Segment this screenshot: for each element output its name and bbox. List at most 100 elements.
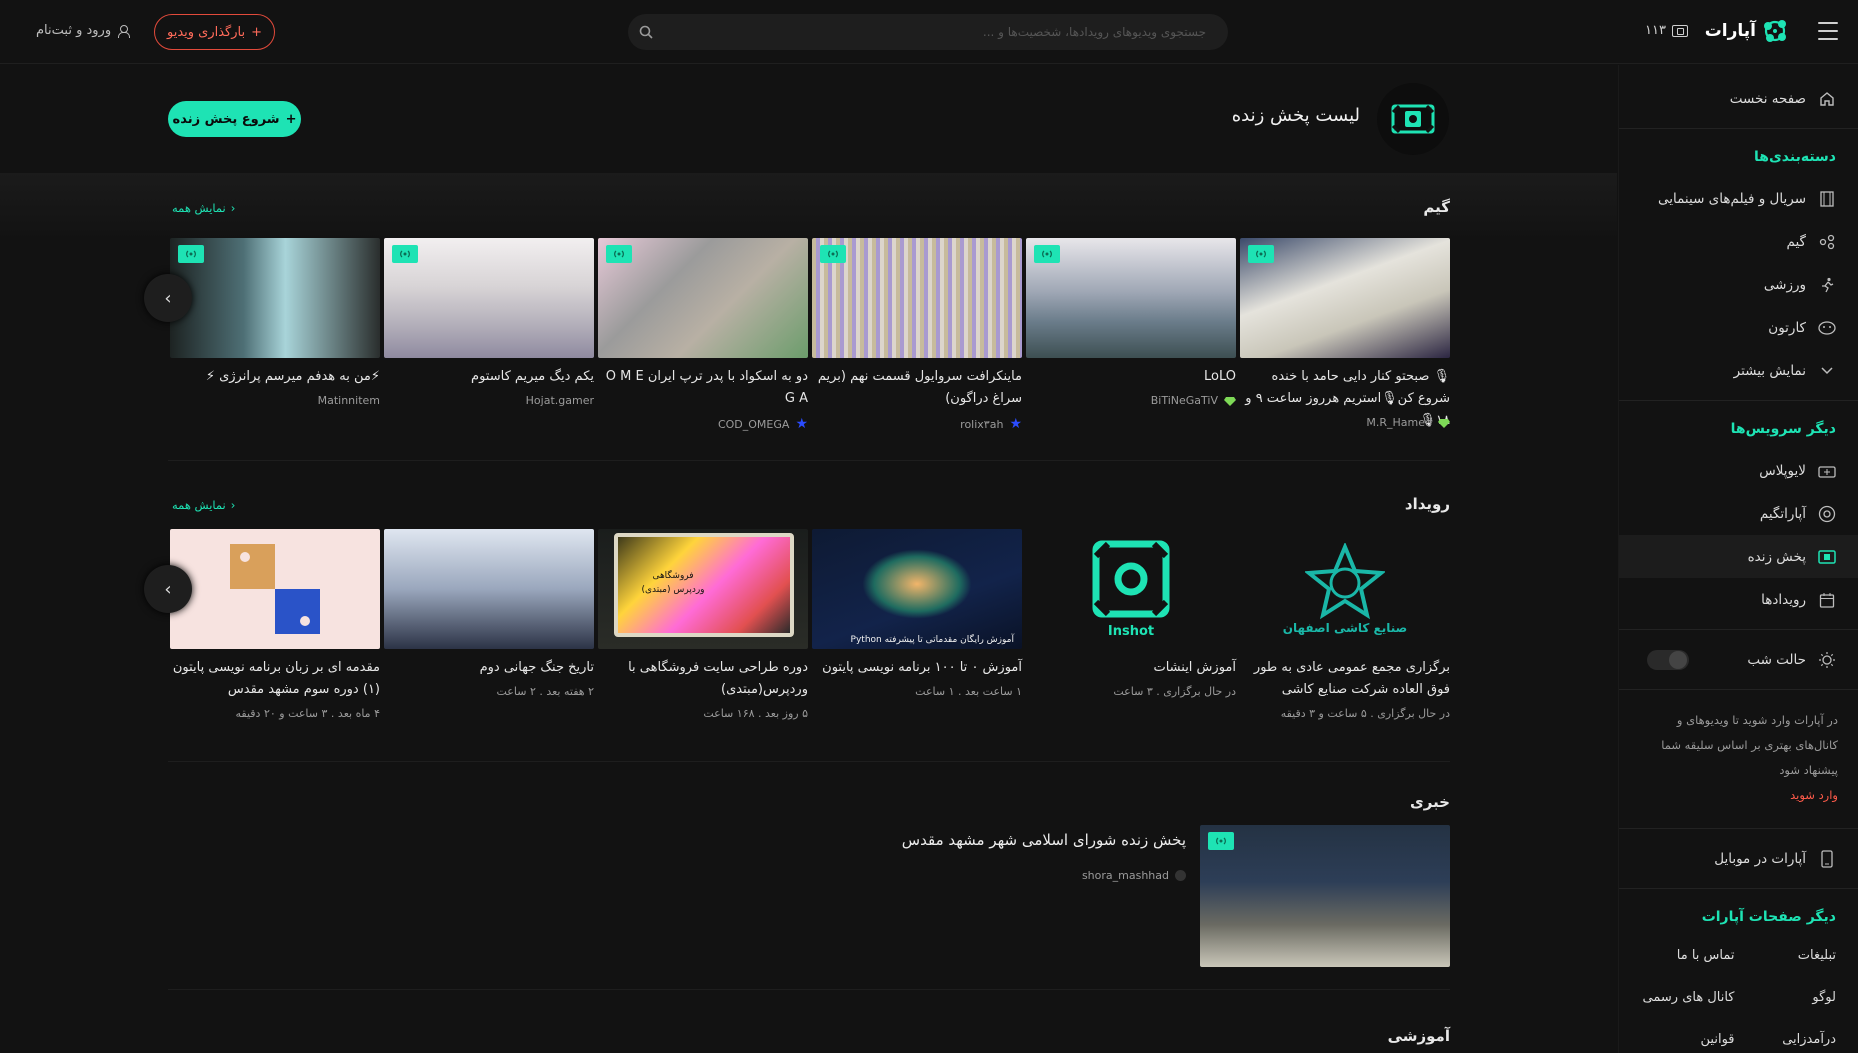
video-thumbnail[interactable]	[598, 238, 808, 358]
sidebar-item-label: سریال و فیلم‌های سینمایی	[1658, 190, 1806, 207]
event-thumbnail[interactable]: آموزش رایگان مقدماتی تا پیشرفته Python	[812, 529, 1022, 649]
live-count[interactable]: ۱۱۳	[1645, 23, 1688, 38]
login-prompt-link[interactable]: وارد شوید	[1790, 788, 1838, 802]
card-title[interactable]: یکم دیگ میریم کاستوم	[384, 366, 594, 388]
plus-icon: +	[285, 111, 297, 127]
show-all-link[interactable]: ‹ نمایش همه	[172, 498, 235, 512]
search-input[interactable]	[664, 25, 1228, 39]
carousel-next-button[interactable]: ›	[144, 565, 192, 613]
sidebar-item-label: آپارات در موبایل	[1714, 850, 1806, 867]
link-ads[interactable]: تبلیغات	[1735, 937, 1836, 973]
video-thumbnail[interactable]	[812, 238, 1022, 358]
event-meta: در حال برگزاری . ۳ ساعت	[1113, 685, 1236, 698]
card-channel[interactable]: Hojat.gamer	[384, 394, 594, 407]
chevron-right-icon: ›	[164, 287, 172, 309]
divider	[1619, 828, 1858, 829]
card-title[interactable]: دوره طراحی سایت فروشگاهی با وردپرس(مبتدی…	[598, 657, 808, 701]
page-header: لیست پخش زنده + شروع پخش زنده	[0, 65, 1617, 173]
upload-video-button[interactable]: + بارگذاری ویدیو	[154, 14, 275, 50]
sidebar-item-cartoon[interactable]: کارتون	[1619, 306, 1858, 349]
thumb-caption: صنایع کاشی اصفهان	[1282, 621, 1408, 635]
event-thumbnail[interactable]	[384, 529, 594, 649]
python-illustration	[862, 549, 972, 619]
start-live-button[interactable]: + شروع پخش زنده	[168, 101, 301, 137]
section-education: آموزشی	[168, 1027, 1450, 1053]
aparatgame-icon	[1818, 505, 1836, 523]
sidebar-item-home[interactable]: صفحه نخست	[1619, 77, 1858, 120]
news-channel[interactable]: shora_mashhad	[1082, 869, 1186, 882]
event-thumbnail[interactable]: Inshot	[1026, 529, 1236, 649]
link-logo[interactable]: لوگو	[1735, 979, 1836, 1015]
card-title[interactable]: مقدمه ای بر زبان برنامه نویسی پایتون (۱)…	[170, 657, 380, 701]
sidebar-item-sports[interactable]: ورزشی	[1619, 263, 1858, 306]
divider	[1619, 888, 1858, 889]
card-title[interactable]: آموزش ۰ تا ۱۰۰ برنامه نویسی پایتون	[812, 657, 1022, 679]
sidebar-item-movies[interactable]: سریال و فیلم‌های سینمایی	[1619, 177, 1858, 220]
card-title[interactable]: ماینکرافت سروایول قسمت نهم (بریم سراغ در…	[812, 366, 1022, 410]
channel-name: Matinnitem	[317, 394, 380, 407]
sidebar: صفحه نخست دسته‌بندی‌ها سریال و فیلم‌های …	[1618, 65, 1858, 1053]
live-badge-icon	[392, 245, 418, 263]
link-monetization[interactable]: درآمدزایی	[1735, 1021, 1836, 1053]
sidebar-item-liveplus[interactable]: لایوپلاس	[1619, 449, 1858, 492]
card-channel[interactable]: M.R_Hamed	[1240, 416, 1450, 429]
page-title: لیست پخش زنده	[1231, 105, 1360, 126]
liveplus-icon	[1818, 462, 1836, 480]
start-live-label: شروع پخش زنده	[172, 111, 280, 127]
news-title[interactable]: پخش زنده شورای اسلامی شهر مشهد مقدس	[902, 831, 1186, 849]
menu-icon[interactable]	[1818, 22, 1838, 40]
carousel-next-button[interactable]: ›	[144, 274, 192, 322]
search-bar	[628, 14, 1228, 50]
event-thumbnail[interactable]	[170, 529, 380, 649]
section-event: رویداد ‹ نمایش همه صنایع کاشی اصفهان برگز…	[144, 495, 1450, 825]
card-title[interactable]: LoLO	[1026, 366, 1236, 388]
sidebar-item-label: گیم	[1786, 233, 1807, 250]
sidebar-item-game[interactable]: گیم	[1619, 220, 1858, 263]
upload-video-label: بارگذاری ویدیو	[166, 24, 246, 40]
event-thumbnail[interactable]: صنایع کاشی اصفهان	[1240, 529, 1450, 649]
card-title[interactable]: دو به اسکواد با پدر ترپ ایران O M E G A	[598, 366, 808, 410]
sidebar-item-events[interactable]: رویدادها	[1619, 578, 1858, 621]
search-icon[interactable]	[628, 14, 664, 50]
sidebar-item-mobile[interactable]: آپارات در موبایل	[1619, 837, 1858, 880]
login-link[interactable]: ورود و ثبت‌نام	[36, 23, 131, 38]
aparat-logo[interactable]: آپارات	[1705, 18, 1788, 44]
event-thumbnail[interactable]: فروشگاهی وردپرس (مبتدی)	[598, 529, 808, 649]
card-channel[interactable]: ★ rolix۳ah	[812, 416, 1022, 432]
sidebar-item-live[interactable]: پخش زنده	[1619, 535, 1858, 578]
sidebar-item-aparatgame[interactable]: آپاراتگیم	[1619, 492, 1858, 535]
card-channel[interactable]: ★ COD_OMEGA	[598, 416, 808, 432]
link-official-channels[interactable]: کانال های رسمی	[1633, 979, 1735, 1015]
sidebar-item-label: ورزشی	[1763, 276, 1806, 293]
card-channel[interactable]: BiTiNeGaTiV	[1026, 394, 1236, 407]
pages-heading: دیگر صفحات آپارات	[1701, 909, 1836, 925]
video-thumbnail[interactable]	[170, 238, 380, 358]
card-title[interactable]: آموزش اینشات	[1026, 657, 1236, 679]
chevron-left-icon: ‹	[230, 201, 236, 215]
link-rules[interactable]: قوانین	[1633, 1021, 1735, 1053]
card-channel[interactable]: Matinnitem	[170, 394, 380, 407]
channel-name: COD_OMEGA	[717, 417, 790, 431]
video-thumbnail[interactable]	[1240, 238, 1450, 358]
channel-name: BiTiNeGaTiV	[1150, 394, 1218, 407]
card-title[interactable]: تاریخ جنگ جهانی دوم	[384, 657, 594, 679]
divider	[168, 761, 1450, 762]
dark-mode-toggle[interactable]	[1647, 650, 1689, 670]
divider	[1619, 128, 1858, 129]
news-thumbnail[interactable]	[1200, 825, 1450, 967]
thumb-caption: آموزش رایگان مقدماتی تا پیشرفته Python	[850, 635, 1014, 645]
card-title[interactable]: ⚡من به هدفم میرسم پرانرژی ⚡	[170, 366, 380, 388]
sidebar-item-label: نمایش بیشتر	[1733, 362, 1806, 379]
link-contact[interactable]: تماس با ما	[1633, 937, 1735, 973]
divider	[1619, 629, 1858, 630]
video-thumbnail[interactable]	[1026, 238, 1236, 358]
show-all-link[interactable]: ‹ نمایش همه	[172, 201, 235, 215]
sidebar-show-more[interactable]: نمایش بیشتر	[1619, 349, 1858, 392]
event-meta: ۴ ماه بعد . ۳ ساعت و ۲۰ دقیقه	[235, 707, 381, 720]
card-title[interactable]: برگزاری مجمع عمومی عادی به طور فوق العاد…	[1240, 657, 1450, 701]
video-thumbnail[interactable]	[384, 238, 594, 358]
section-title: آموزشی	[1387, 1027, 1450, 1045]
live-badge-icon	[606, 245, 632, 263]
live-camera-icon	[1818, 548, 1836, 566]
cartoon-icon	[1818, 319, 1836, 337]
